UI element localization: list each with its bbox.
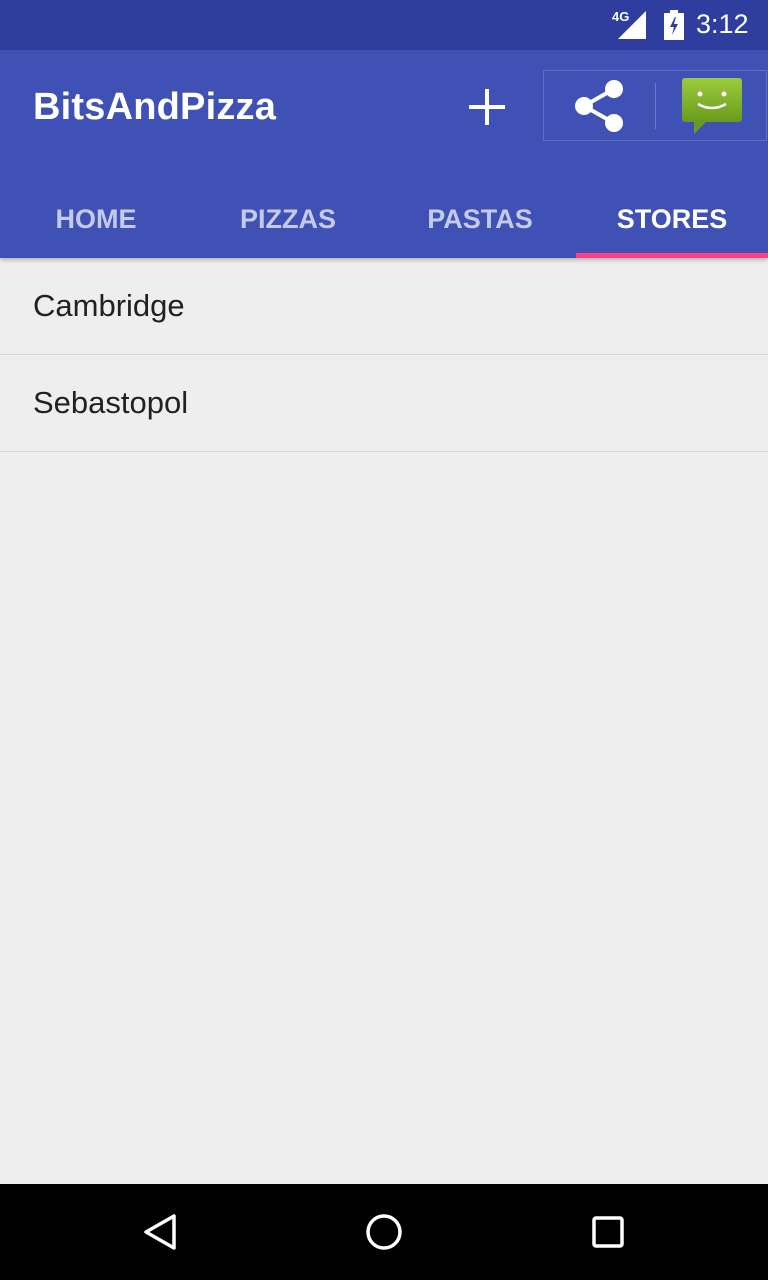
recents-button[interactable] bbox=[584, 1208, 632, 1256]
app-bar: BitsAndPizza HOME PIZZAS PASTAS STORES bbox=[0, 50, 768, 258]
navigation-bar bbox=[0, 1184, 768, 1280]
tab-home-label: HOME bbox=[55, 203, 137, 234]
status-bar: 4G 3:12 bbox=[0, 0, 768, 50]
plus-icon bbox=[469, 89, 505, 125]
tab-pastas-label: PASTAS bbox=[427, 203, 533, 234]
tab-home[interactable]: HOME bbox=[0, 180, 192, 258]
tab-pizzas-label: PIZZAS bbox=[239, 203, 336, 234]
clock: 3:12 bbox=[696, 9, 749, 39]
list-item-sebastopol[interactable]: Sebastopol bbox=[0, 355, 768, 452]
recents-square-icon bbox=[592, 1216, 624, 1248]
tab-pizzas[interactable]: PIZZAS bbox=[192, 180, 384, 258]
battery-icon bbox=[664, 10, 684, 45]
tab-pastas[interactable]: PASTAS bbox=[384, 180, 576, 258]
back-button[interactable] bbox=[136, 1208, 184, 1256]
home-button[interactable] bbox=[360, 1208, 408, 1256]
tab-stores[interactable]: STORES bbox=[576, 180, 768, 258]
share-target-button[interactable] bbox=[680, 76, 744, 136]
tab-stores-label: STORES bbox=[616, 203, 728, 234]
store-name: Sebastopol bbox=[33, 385, 189, 420]
add-button[interactable] bbox=[456, 76, 518, 138]
tab-bar: HOME PIZZAS PASTAS STORES bbox=[0, 180, 768, 258]
share-action-provider bbox=[543, 70, 767, 141]
home-circle-icon bbox=[366, 1214, 402, 1250]
back-triangle-icon bbox=[144, 1214, 176, 1250]
share-divider bbox=[655, 83, 656, 129]
share-icon bbox=[575, 79, 623, 132]
messaging-app-icon bbox=[682, 78, 742, 134]
store-name: Cambridge bbox=[33, 288, 185, 323]
store-list: Cambridge Sebastopol bbox=[0, 258, 768, 452]
signal-icon bbox=[618, 11, 648, 44]
list-item-cambridge[interactable]: Cambridge bbox=[0, 258, 768, 355]
screen: 4G 3:12 BitsAndPizza HOME PIZZAS PASTAS … bbox=[0, 0, 768, 1280]
app-title: BitsAndPizza bbox=[33, 86, 277, 128]
share-button[interactable] bbox=[544, 71, 654, 140]
